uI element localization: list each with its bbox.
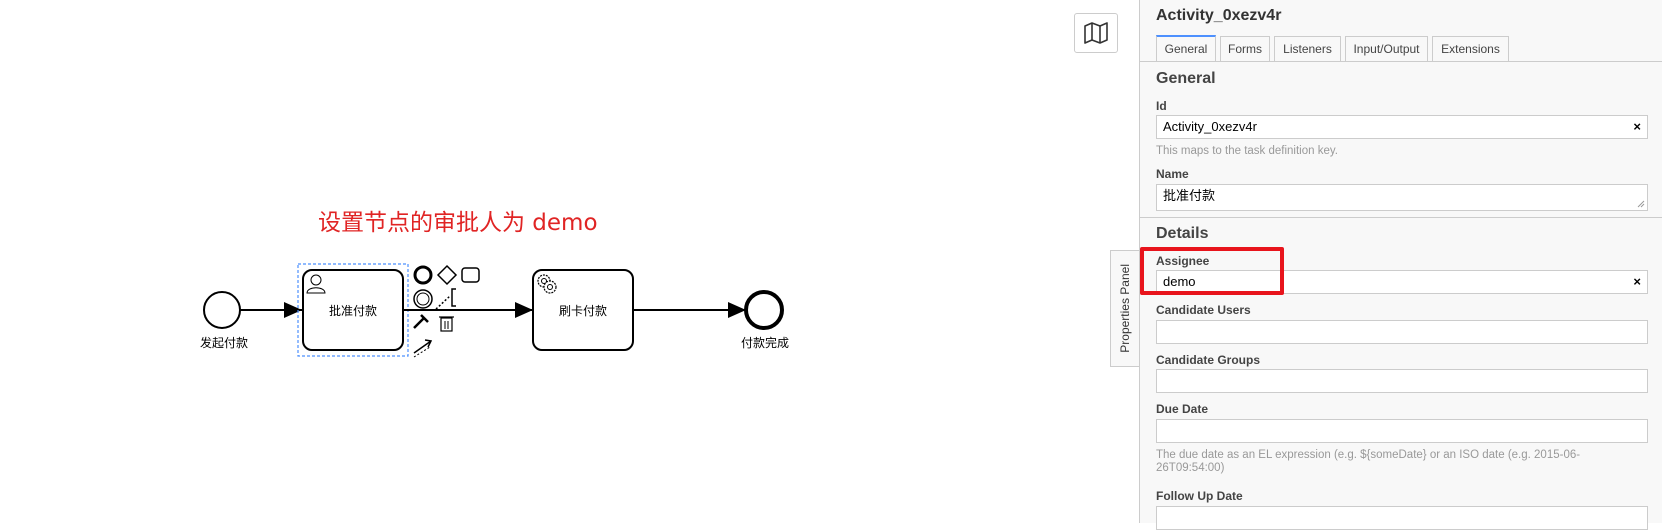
trash-icon[interactable]	[439, 316, 454, 332]
follow-up-date-label: Follow Up Date	[1156, 489, 1243, 503]
clear-id-button[interactable]: ×	[1633, 116, 1641, 138]
append-end-event-icon[interactable]	[413, 265, 433, 285]
diagram-canvas[interactable]: 设置节点的审批人为 demo 发起付款 批准付款 刷卡付款 付款完成	[0, 0, 1140, 523]
assignee-highlight-box	[1140, 247, 1284, 295]
start-event-label: 发起付款	[200, 336, 249, 350]
user-task-label: 批准付款	[329, 304, 378, 318]
map-icon	[1084, 22, 1108, 44]
end-event-label: 付款完成	[741, 336, 790, 350]
id-field[interactable]: Activity_0xezv4r ×	[1156, 115, 1648, 139]
follow-up-date-field[interactable]	[1156, 506, 1648, 530]
context-pad[interactable]	[413, 264, 480, 358]
panel-title: Activity_0xezv4r	[1156, 7, 1282, 24]
wrench-icon[interactable]	[413, 314, 429, 329]
name-label: Name	[1156, 167, 1189, 181]
candidate-groups-label: Candidate Groups	[1156, 353, 1261, 367]
name-field[interactable]: 批准付款	[1156, 184, 1648, 211]
start-event[interactable]	[203, 291, 241, 329]
append-gateway-icon[interactable]	[436, 264, 458, 286]
candidate-users-label: Candidate Users	[1156, 303, 1251, 317]
candidate-users-field[interactable]	[1156, 320, 1648, 344]
tab-listeners[interactable]: Listeners	[1274, 36, 1341, 61]
id-label: Id	[1156, 99, 1167, 113]
service-task-label: 刷卡付款	[559, 304, 608, 318]
general-heading: General	[1156, 70, 1216, 87]
section-divider	[1140, 217, 1662, 218]
resize-handle-icon[interactable]	[1637, 200, 1645, 208]
due-date-field[interactable]	[1156, 419, 1648, 443]
end-event[interactable]	[744, 290, 784, 330]
append-task-icon[interactable]	[461, 267, 480, 283]
id-hint: This maps to the task definition key.	[1156, 145, 1338, 157]
properties-panel-toggle-label: Properties Panel	[1118, 264, 1132, 353]
minimap-toggle-button[interactable]	[1074, 13, 1118, 53]
properties-panel-toggle[interactable]: Properties Panel	[1110, 250, 1139, 367]
id-value: Activity_0xezv4r	[1163, 119, 1257, 134]
panel-tabs: General Forms Listeners Input/Output Ext…	[1140, 35, 1662, 62]
details-heading: Details	[1156, 225, 1209, 242]
connect-icon[interactable]	[435, 295, 451, 310]
name-value: 批准付款	[1163, 188, 1216, 203]
append-text-annotation-icon[interactable]	[451, 288, 456, 307]
tab-extensions[interactable]: Extensions	[1432, 36, 1509, 61]
clear-assignee-button[interactable]: ×	[1633, 271, 1641, 293]
connect-arrow-icon[interactable]	[413, 339, 433, 354]
due-date-hint: The due date as an EL expression (e.g. $…	[1156, 449, 1581, 474]
tab-input-output[interactable]: Input/Output	[1345, 36, 1428, 61]
due-date-label: Due Date	[1156, 402, 1209, 416]
tab-general[interactable]: General	[1156, 35, 1216, 61]
bpmn-diagram	[203, 263, 784, 358]
tab-forms[interactable]: Forms	[1220, 36, 1270, 61]
candidate-groups-field[interactable]	[1156, 369, 1648, 393]
